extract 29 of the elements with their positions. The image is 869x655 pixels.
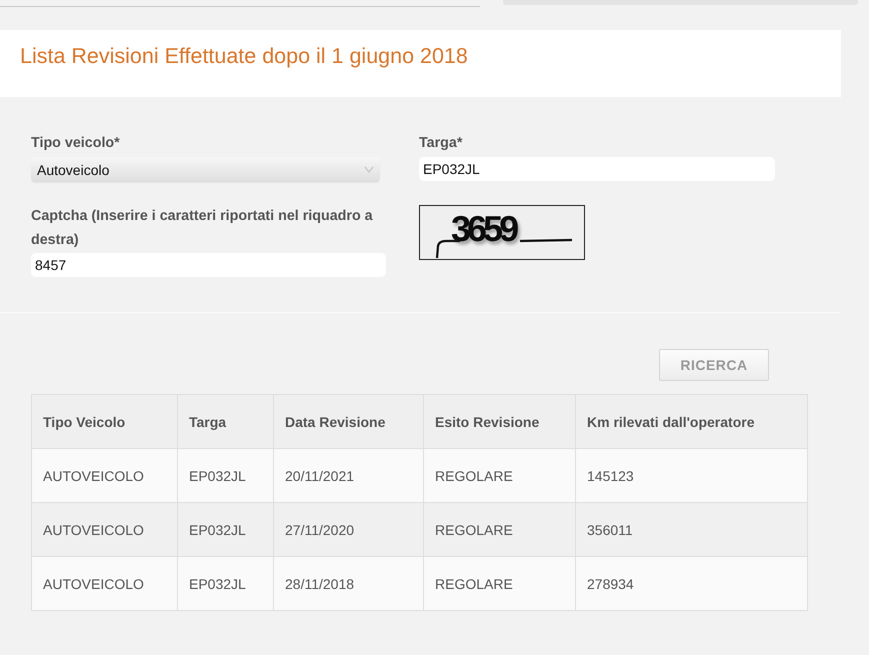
table-cell: 27/11/2020 (274, 502, 424, 556)
table-cell: AUTOVEICOLO (32, 556, 178, 610)
column-header: Data Revisione (274, 394, 424, 448)
page-title: Lista Revisioni Effettuate dopo il 1 giugno 2018 (20, 43, 468, 69)
table-cell: EP032JL (178, 448, 274, 502)
table-cell: 356011 (576, 502, 808, 556)
table-cell: EP032JL (178, 502, 274, 556)
captcha-input[interactable]: 8457 (31, 253, 386, 277)
table-cell: REGOLARE (424, 556, 576, 610)
field-label: Tipo veicolo* (31, 135, 121, 151)
captcha-image: 3659 (419, 205, 585, 260)
field-label: Targa* (419, 135, 464, 151)
caret-icon (364, 166, 374, 173)
table-cell: REGOLARE (424, 502, 576, 556)
field-label: Captcha (Inserire i caratteri riportati nel riquadro a destra) (31, 207, 374, 250)
vehicle-type-select[interactable]: Autoveicolo (31, 157, 380, 182)
column-header: Tipo Veicolo (32, 394, 178, 448)
column-header: Esito Revisione (424, 394, 576, 448)
table-cell: 20/11/2021 (274, 448, 424, 502)
table-cell: REGOLARE (424, 448, 576, 502)
table-cell: AUTOVEICOLO (32, 448, 178, 502)
column-header: Targa (178, 394, 274, 448)
plate-input[interactable]: EP032JL (419, 157, 775, 181)
column-header: Km rilevati dall'operatore (576, 394, 808, 448)
table-cell: 28/11/2018 (274, 556, 424, 610)
table-cell: 278934 (576, 556, 808, 610)
table-cell: 145123 (576, 448, 808, 502)
table-cell: AUTOVEICOLO (32, 502, 178, 556)
table-cell: EP032JL (178, 556, 274, 610)
